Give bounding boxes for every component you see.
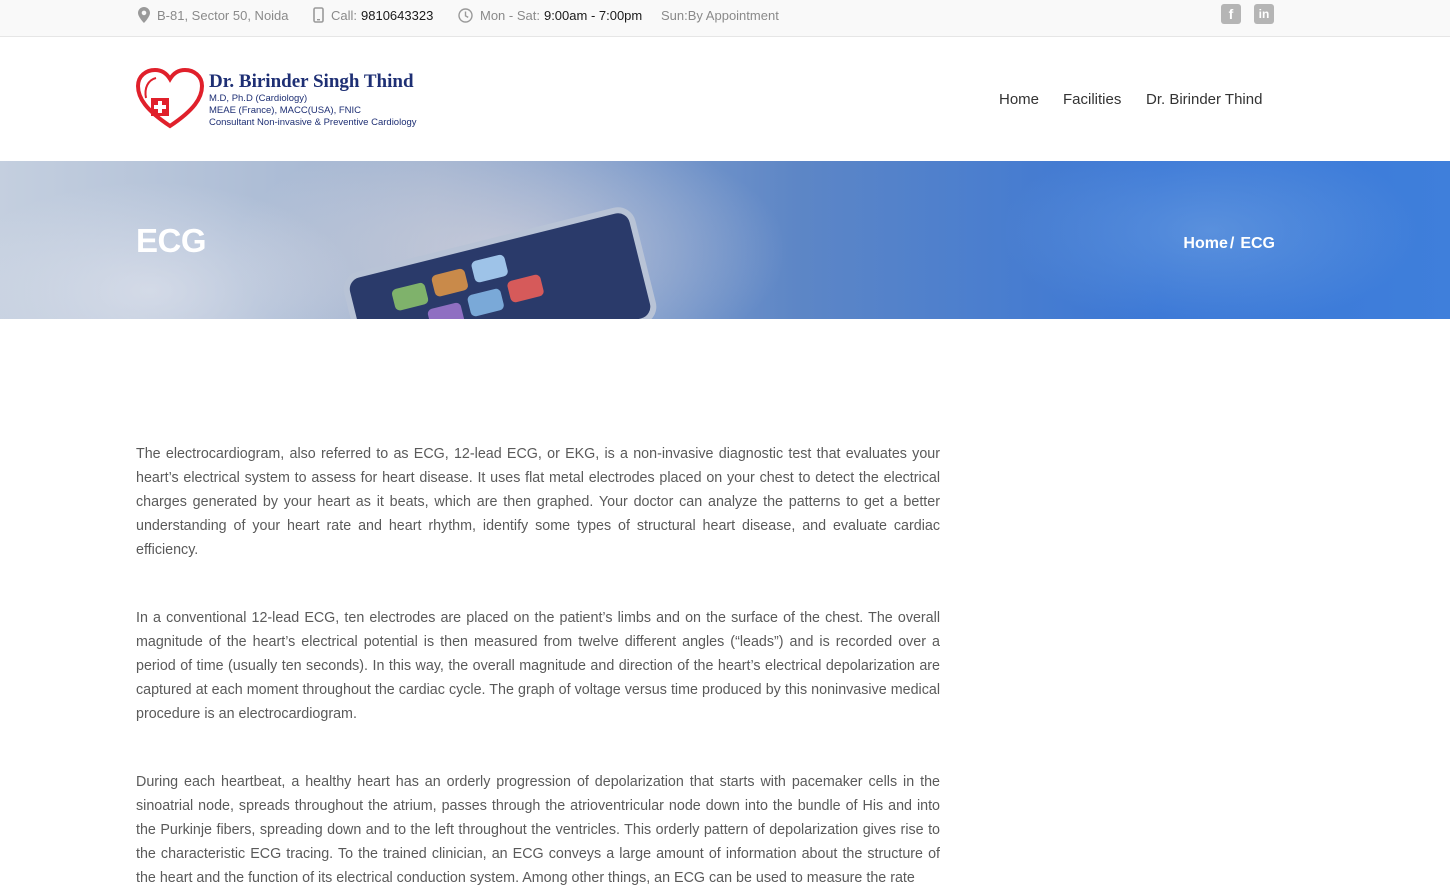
article-content: The electrocardiogram, also referred to …: [136, 442, 940, 896]
breadcrumb-separator: /: [1229, 235, 1235, 252]
mobile-phone-icon: [313, 7, 324, 23]
logo-tagline: Consultant Non-invasive & Preventive Car…: [209, 117, 417, 128]
hours-label: Mon - Sat:: [480, 7, 540, 23]
paragraph: In a conventional 12-lead ECG, ten elect…: [136, 610, 940, 722]
phone: Call: 9810643323: [313, 0, 433, 30]
site-logo[interactable]: Dr. Birinder Singh Thind M.D, Ph.D (Card…: [136, 68, 436, 130]
map-pin-icon: [138, 7, 150, 23]
paragraph: The electrocardiogram, also referred to …: [136, 446, 940, 558]
linkedin-icon[interactable]: in: [1254, 4, 1274, 24]
nav-facilities[interactable]: Facilities: [1063, 37, 1121, 161]
paragraph: During each heartbeat, a healthy heart h…: [136, 774, 940, 886]
nav-home[interactable]: Home: [999, 37, 1039, 161]
hours-value: 9:00am - 7:00pm: [543, 7, 643, 23]
logo-memberships: MEAE (France), MACC(USA), FNIC: [209, 105, 362, 116]
page-title: ECG: [136, 222, 207, 259]
logo-name: Dr. Birinder Singh Thind: [209, 71, 414, 92]
call-label: Call:: [331, 7, 358, 23]
opening-hours: Mon - Sat: 9:00am - 7:00pm: [458, 0, 642, 30]
top-bar: B-81, Sector 50, Noida Call: 9810643323 …: [0, 0, 1450, 37]
nav-dr-birinder-thind[interactable]: Dr. Birinder Thind: [1146, 37, 1262, 161]
site-header: Dr. Birinder Singh Thind M.D, Ph.D (Card…: [0, 37, 1450, 161]
sunday-hours-text: Sun:By Appointment: [661, 7, 779, 23]
clock-icon: [458, 7, 473, 23]
facebook-icon[interactable]: f: [1221, 4, 1241, 24]
sunday-hours: Sun:By Appointment: [661, 0, 779, 30]
address-text: B-81, Sector 50, Noida: [157, 7, 289, 23]
breadcrumb-current: ECG: [1240, 235, 1275, 252]
address: B-81, Sector 50, Noida: [138, 0, 289, 30]
logo-qualifications: M.D, Ph.D (Cardiology): [209, 93, 308, 104]
breadcrumb: Home / ECG: [1183, 235, 1275, 253]
heart-logo-icon: [136, 68, 204, 129]
phone-number-link[interactable]: 9810643323: [361, 8, 433, 23]
breadcrumb-home-link[interactable]: Home: [1183, 235, 1227, 252]
